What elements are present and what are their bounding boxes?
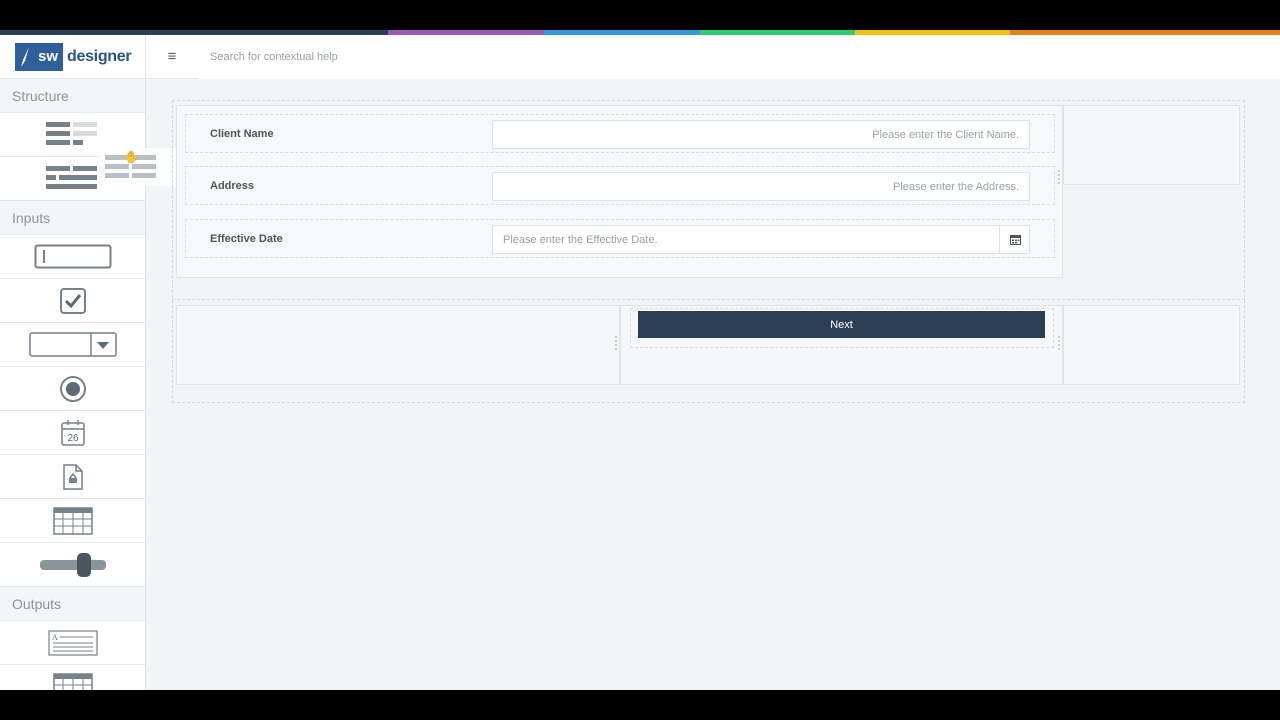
resize-grip[interactable]: [1058, 170, 1062, 184]
tool-checkbox[interactable]: [0, 279, 145, 323]
top-bar: sw designer ≡: [0, 35, 1280, 79]
tool-text-output[interactable]: A: [0, 621, 145, 665]
address-input[interactable]: [492, 172, 1030, 201]
tool-calendar[interactable]: 26: [0, 411, 145, 455]
section-title-structure: Structure: [0, 79, 145, 113]
field-row-effective-date[interactable]: Effective Date: [185, 219, 1055, 258]
table-output-icon: [52, 672, 93, 690]
client-name-label: Client Name: [210, 128, 274, 140]
empty-cell-bottom-right[interactable]: [1063, 305, 1240, 385]
tool-table-input[interactable]: [0, 499, 145, 543]
panel-layout-icon: [45, 121, 97, 145]
empty-cell-bottom-left[interactable]: [176, 305, 620, 385]
field-row-address[interactable]: Address: [185, 166, 1055, 205]
slider-icon: [39, 552, 106, 577]
calendar-icon: 26: [60, 419, 85, 446]
logo[interactable]: sw designer: [0, 35, 146, 79]
tool-radio[interactable]: [0, 367, 145, 411]
svg-text:A: A: [52, 633, 58, 642]
empty-cell-top-right[interactable]: [1063, 105, 1240, 185]
address-label: Address: [210, 180, 255, 192]
resize-grip[interactable]: [615, 336, 619, 350]
logo-mark: sw: [15, 43, 63, 71]
file-upload-icon: [62, 463, 83, 490]
logo-mark-text: sw: [37, 48, 58, 65]
grab-cursor-icon: ✋: [124, 150, 139, 164]
field-row-client-name[interactable]: Client Name: [185, 114, 1055, 153]
table-input-icon: [52, 506, 93, 535]
designer-app: sw designer ≡ Structure Inputs: [0, 30, 1280, 690]
radio-icon: [59, 375, 86, 402]
tool-dropdown[interactable]: [0, 323, 145, 367]
text-input-icon: [34, 244, 111, 268]
tool-slider[interactable]: [0, 543, 145, 587]
date-picker-button[interactable]: [999, 225, 1030, 254]
calendar-icon: [1009, 235, 1021, 245]
next-button[interactable]: Next: [638, 311, 1045, 338]
tool-text-input[interactable]: [0, 235, 145, 279]
calendar-day-text: 26: [67, 433, 79, 444]
logo-text: designer: [67, 48, 132, 65]
tool-file-upload[interactable]: [0, 455, 145, 499]
screen-frame: sw designer ≡ Structure Inputs: [0, 0, 1280, 720]
checkbox-icon: [59, 287, 86, 314]
effective-date-input[interactable]: [492, 225, 1030, 254]
section-title-outputs: Outputs: [0, 587, 145, 621]
dropdown-icon: [28, 331, 117, 357]
contextual-help-search-input[interactable]: [198, 35, 1280, 79]
effective-date-label: Effective Date: [210, 233, 283, 245]
logo-swoosh-icon: [21, 47, 29, 67]
grid-layout-icon: [45, 165, 97, 189]
client-name-input[interactable]: [492, 120, 1030, 149]
tool-table-output[interactable]: [0, 665, 145, 690]
hamburger-icon[interactable]: ≡: [158, 43, 186, 71]
resize-grip[interactable]: [1058, 336, 1062, 350]
text-output-icon: A: [47, 629, 98, 656]
section-title-inputs: Inputs: [0, 201, 145, 235]
